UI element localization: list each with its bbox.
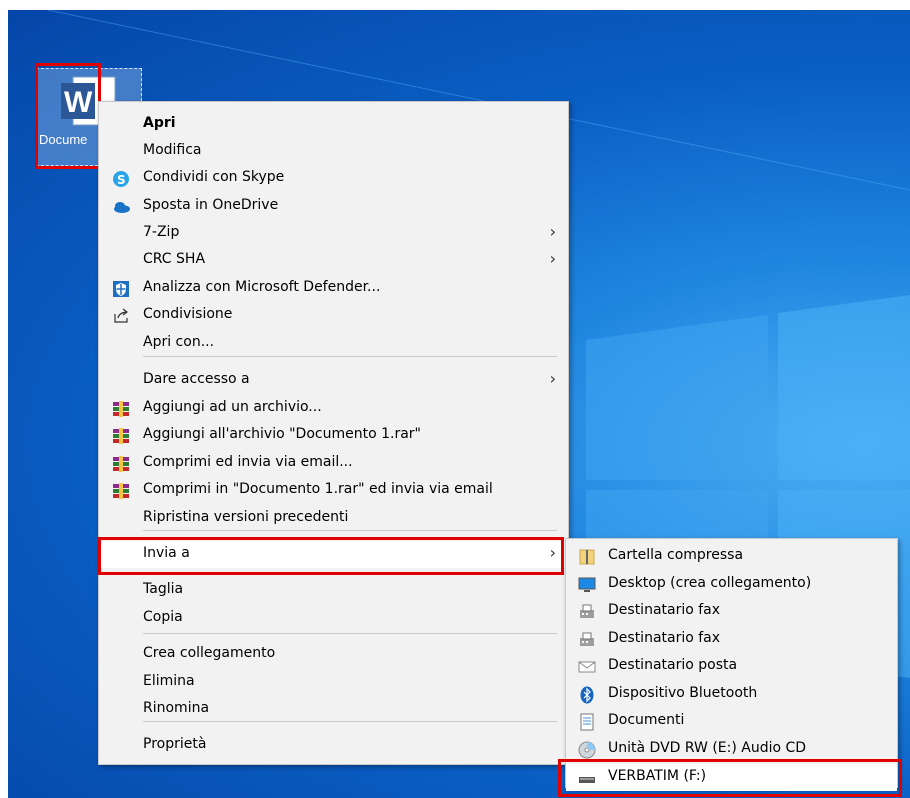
menu-item-aggiungi-ad-un-archivio[interactable]: Aggiungi ad un archivio...	[99, 395, 568, 422]
chevron-right-icon: ›	[549, 543, 556, 562]
send-to-item-label: Destinatario posta	[608, 657, 738, 673]
send-to-item-desktop-crea-collegamento[interactable]: Desktop (crea collegamento)	[566, 571, 897, 598]
menu-item-ripristina-versioni-precedenti[interactable]: Ripristina versioni precedenti	[99, 505, 568, 532]
send-to-item-cartella-compressa[interactable]: Cartella compressa	[566, 543, 897, 570]
send-to-item-label: Dispositivo Bluetooth	[608, 685, 758, 701]
send-to-item-label: Destinatario fax	[608, 630, 721, 646]
menu-item-label: Aggiungi all'archivio "Documento 1.rar"	[143, 426, 421, 442]
menu-item-label: Aggiungi ad un archivio...	[143, 399, 322, 415]
send-to-item-label: Cartella compressa	[608, 547, 744, 563]
menu-item-comprimi-ed-invia-via-email[interactable]: Comprimi ed invia via email...	[99, 450, 568, 477]
menu-item-label: Apri con...	[143, 334, 215, 350]
menu-item-apri[interactable]: Apri	[99, 111, 568, 138]
menu-item-aggiungi-all-archivio-documento-1-rar[interactable]: Aggiungi all'archivio "Documento 1.rar"	[99, 422, 568, 449]
menu-item-label: Comprimi in "Documento 1.rar" ed invia v…	[143, 481, 493, 497]
menu-item-propriet[interactable]: Proprietà	[99, 732, 568, 759]
menu-item-rinomina[interactable]: Rinomina	[99, 696, 568, 723]
menu-item-dare-accesso-a[interactable]: Dare accesso a ›	[99, 367, 568, 394]
menu-item-label: Dare accesso a	[143, 371, 250, 387]
menu-item-label: CRC SHA	[143, 251, 206, 267]
send-to-item-label: Desktop (crea collegamento)	[608, 575, 812, 591]
menu-item-label: Comprimi ed invia via email...	[143, 454, 353, 470]
svg-text:W: W	[64, 86, 93, 119]
menu-item-label: Sposta in OneDrive	[143, 197, 279, 213]
winrar-icon	[112, 427, 130, 445]
send-to-item-label: VERBATIM (F:)	[608, 768, 707, 784]
fax-icon	[578, 631, 596, 649]
mail-icon	[578, 658, 596, 676]
menu-separator	[143, 633, 557, 634]
send-to-item-documenti[interactable]: Documenti	[566, 708, 897, 735]
chevron-right-icon: ›	[549, 369, 556, 388]
menu-item-condivisione[interactable]: Condivisione	[99, 302, 568, 329]
menu-item-elimina[interactable]: Elimina	[99, 669, 568, 696]
menu-item-label: Condivisione	[143, 306, 233, 322]
menu-item-label: Rinomina	[143, 700, 210, 716]
usb-drive-icon	[578, 769, 596, 787]
winrar-icon	[112, 400, 130, 418]
winrar-icon	[112, 455, 130, 473]
send-to-item-label: Destinatario fax	[608, 602, 721, 618]
send-to-item-label: Unità DVD RW (E:) Audio CD	[608, 740, 807, 756]
winrar-icon	[112, 482, 130, 500]
svg-text:S: S	[117, 173, 126, 187]
menu-item-label: Modifica	[143, 142, 202, 158]
menu-item-label: Elimina	[143, 673, 195, 689]
menu-item-label: Copia	[143, 609, 183, 625]
context-menu: Apri Modifica S Condividi con Skype Sposta i…	[98, 101, 569, 765]
menu-item-label: Taglia	[143, 581, 184, 597]
chevron-right-icon: ›	[549, 249, 556, 268]
menu-item-copia[interactable]: Copia	[99, 605, 568, 632]
menu-item-comprimi-in-documento-1-rar-ed-invia-via-email[interactable]: Comprimi in "Documento 1.rar" ed invia v…	[99, 477, 568, 504]
menu-item-invia-a[interactable]: Invia a ›	[99, 541, 568, 568]
menu-item-label: Apri	[143, 115, 176, 131]
menu-item-7-zip[interactable]: 7-Zip ›	[99, 220, 568, 247]
menu-separator	[143, 356, 557, 357]
menu-item-condividi-con-skype[interactable]: S Condividi con Skype	[99, 165, 568, 192]
fax-icon	[578, 603, 596, 621]
bluetooth-icon	[578, 686, 596, 704]
menu-item-apri-con[interactable]: Apri con...	[99, 330, 568, 357]
menu-item-label: Ripristina versioni precedenti	[143, 509, 349, 525]
menu-item-crc-sha[interactable]: CRC SHA ›	[99, 247, 568, 274]
skype-icon: S	[112, 170, 130, 188]
onedrive-icon	[112, 198, 130, 216]
share-icon	[112, 307, 130, 325]
menu-item-label: Analizza con Microsoft Defender...	[143, 279, 381, 295]
send-to-item-destinatario-posta[interactable]: Destinatario posta	[566, 653, 897, 680]
menu-item-sposta-in-onedrive[interactable]: Sposta in OneDrive	[99, 193, 568, 220]
defender-icon	[112, 280, 130, 298]
documents-icon	[578, 713, 596, 731]
send-to-item-label: Documenti	[608, 712, 685, 728]
menu-separator	[143, 721, 557, 722]
menu-item-analizza-con-microsoft-defender[interactable]: Analizza con Microsoft Defender...	[99, 275, 568, 302]
send-to-item-verbatim-f[interactable]: VERBATIM (F:)	[566, 764, 897, 791]
menu-item-modifica[interactable]: Modifica	[99, 138, 568, 165]
send-to-submenu: Cartella compressa Desktop (crea collegam…	[565, 538, 898, 791]
send-to-item-destinatario-fax[interactable]: Destinatario fax	[566, 626, 897, 653]
dvd-drive-icon	[578, 741, 596, 759]
menu-item-crea-collegamento[interactable]: Crea collegamento	[99, 641, 568, 668]
menu-item-label: 7-Zip	[143, 224, 180, 240]
chevron-right-icon: ›	[549, 222, 556, 241]
zip-folder-icon	[578, 548, 596, 566]
menu-item-label: Invia a	[143, 545, 190, 561]
menu-item-label: Crea collegamento	[143, 645, 276, 661]
menu-separator	[143, 530, 557, 531]
menu-item-label: Proprietà	[143, 736, 207, 752]
menu-item-taglia[interactable]: Taglia	[99, 577, 568, 604]
menu-item-label: Condividi con Skype	[143, 169, 285, 185]
desktop-icon	[578, 576, 596, 594]
send-to-item-unit-dvd-rw-e-audio-cd[interactable]: Unità DVD RW (E:) Audio CD	[566, 736, 897, 763]
send-to-item-destinatario-fax[interactable]: Destinatario fax	[566, 598, 897, 625]
send-to-item-dispositivo-bluetooth[interactable]: Dispositivo Bluetooth	[566, 681, 897, 708]
